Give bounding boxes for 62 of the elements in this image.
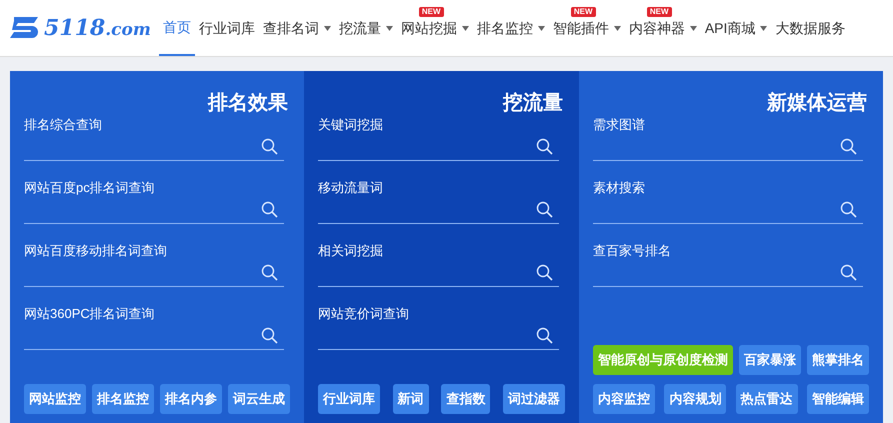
new-badge: NEW [570,7,596,17]
field-label: 移动流量词 [318,180,384,196]
search-icon[interactable] [261,138,278,155]
search-icon[interactable] [840,201,857,218]
caret-icon[interactable] [462,26,469,30]
new-badge: NEW [418,7,444,17]
caret-icon[interactable] [386,26,393,30]
logo-icon [8,15,40,41]
shortcut-button[interactable]: 网站监控 [24,384,86,414]
nav-link[interactable]: 行业词库 [198,18,255,38]
field-label: 网站百度移动排名词查询 [24,243,168,259]
logo-text[interactable]: 5118.com [44,12,151,44]
shortcut-button[interactable]: 查指数 [441,384,490,414]
nav-link[interactable]: API商城 [704,18,756,38]
caret-icon[interactable] [538,26,545,30]
shortcut-button[interactable]: 排名内参 [160,384,222,414]
column-title: 挖流量 [502,91,564,115]
shortcut-button[interactable]: 内容规划 [664,384,726,414]
new-badge: NEW [646,7,672,17]
nav-link[interactable]: 排名监控 [476,18,533,38]
shortcut-button[interactable]: 排名监控 [92,384,154,414]
search-icon[interactable] [840,138,857,155]
nav-link[interactable]: 查排名词 [262,18,319,38]
shortcut-button[interactable]: 词过滤器 [502,384,565,414]
shortcut-button[interactable]: 智能编辑 [806,384,869,414]
field-label: 查百家号排名 [593,243,672,259]
field-label: 素材搜索 [593,180,646,196]
nav-link[interactable]: 网站挖掘 [400,18,457,38]
shortcut-button[interactable]: 热点雷达 [736,384,798,414]
shortcut-button[interactable]: 智能原创与原创度检测 [593,345,733,375]
search-icon[interactable] [261,201,278,218]
shortcut-button[interactable]: 熊掌排名 [807,345,869,375]
nav-link[interactable]: 内容神器 [628,18,685,38]
search-icon[interactable] [261,264,278,281]
field-label: 关键词挖掘 [318,117,384,133]
column-title: 排名效果 [206,91,289,115]
search-icon[interactable] [536,138,553,155]
nav-link[interactable]: 挖流量 [338,18,381,38]
caret-icon[interactable] [760,26,768,30]
shortcut-button[interactable]: 行业词库 [318,384,380,414]
search-icon[interactable] [536,264,553,281]
caret-icon[interactable] [324,26,331,30]
caret-icon[interactable] [690,26,697,30]
field-label: 需求图谱 [593,117,646,133]
nav-link[interactable]: 智能插件 [552,18,609,38]
field-label: 网站百度pc排名词查询 [24,180,156,196]
nav-link[interactable]: 大数据服务 [775,18,846,38]
field-label: 相关词挖掘 [318,243,384,259]
field-label: 网站竞价词查询 [318,306,410,322]
shortcut-button[interactable]: 词云生成 [228,384,290,414]
search-icon[interactable] [536,327,553,344]
search-icon[interactable] [840,264,857,281]
shortcut-button[interactable]: 内容监控 [593,384,655,414]
field-label: 网站360PC排名词查询 [24,306,156,322]
field-label: 排名综合查询 [24,117,103,133]
shortcut-button[interactable]: 新词 [392,384,429,414]
shortcut-button[interactable]: 百家暴涨 [739,345,801,375]
search-icon[interactable] [536,201,553,218]
caret-icon[interactable] [614,26,621,30]
column-title: 新媒体运营 [766,91,868,115]
search-icon[interactable] [261,327,278,344]
nav-link[interactable]: 首页 [162,16,191,38]
